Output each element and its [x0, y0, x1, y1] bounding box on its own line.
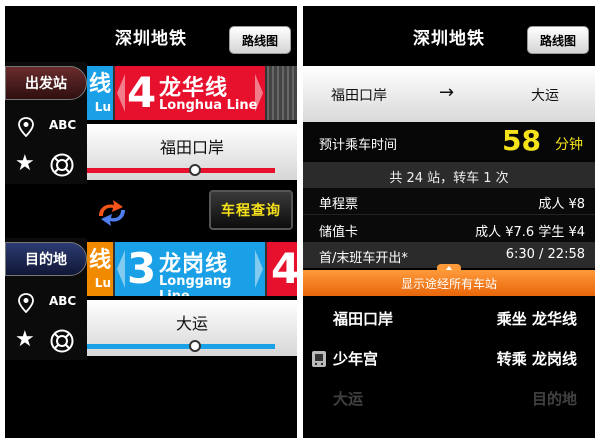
station-count-row: 共 24 站，转车 1 次 — [303, 162, 595, 188]
line-arrow-right — [255, 74, 263, 112]
stop-action: 转乘 龙岗线 — [496, 350, 577, 368]
next-line-peek[interactable] — [267, 66, 297, 120]
stored-card-row: 储值卡 成人 ¥7.6 学生 ¥4 — [303, 214, 595, 242]
lifebuoy-icon[interactable] — [49, 328, 75, 354]
single-ticket-value: 成人 ¥8 — [538, 197, 585, 212]
show-all-stations-button[interactable]: 显示途经所有车站 — [303, 270, 595, 296]
route-map-button[interactable]: 路线图 — [527, 26, 589, 54]
travel-time-unit: 分钟 — [555, 137, 583, 153]
next-line-number: 4 — [271, 244, 297, 293]
destination-side: 目的地 ABC ★ — [5, 238, 87, 360]
stop-name: 大运 — [333, 390, 364, 408]
stop-action: 目的地 — [531, 390, 577, 408]
destination-line-card[interactable]: 3 龙岗线 Longgang Line — [115, 242, 265, 296]
origin-search-row: ABC — [5, 110, 87, 144]
prev-line-peek-num: 线 — [88, 248, 111, 273]
first-last-train-value: 6:30 / 22:58 — [505, 247, 585, 262]
stop-name: 少年宫 — [333, 350, 379, 368]
left-screen: 深圳地铁 路线图 出发站 ABC ★ 线 Lu 4 龙华线 Longhua Li… — [5, 6, 297, 438]
line-arrow-right — [255, 250, 263, 288]
route-arrow-icon: → — [439, 82, 455, 103]
origin-station-dot — [189, 164, 201, 176]
travel-time-label: 预计乘车时间 — [319, 138, 398, 153]
abc-search-button[interactable]: ABC — [49, 294, 76, 308]
line-arrow-left — [117, 74, 125, 112]
travel-time-row: 预计乘车时间 58 分钟 — [303, 122, 595, 162]
destination-line-name-en: Longgang Line — [159, 274, 232, 296]
origin-line-number: 4 — [127, 68, 157, 117]
prev-line-peek[interactable]: 线 Lu — [87, 242, 113, 296]
next-line-peek[interactable]: 4 — [267, 242, 297, 296]
route-from: 福田口岸 — [331, 88, 387, 104]
stored-card-value: 成人 ¥7.6 学生 ¥4 — [475, 225, 585, 240]
stored-card-label: 储值卡 — [319, 225, 359, 240]
prev-line-peek-num: 线 — [88, 72, 111, 97]
destination-panel: 目的地 ABC ★ 线 Lu 3 龙岗线 Longgang 4 大运 — [5, 238, 297, 360]
single-ticket-label: 单程票 — [319, 197, 359, 212]
single-ticket-row: 单程票 成人 ¥8 — [303, 188, 595, 214]
destination-line-selector[interactable]: 线 Lu 3 龙岗线 Longgang Line 4 — [87, 242, 297, 296]
header: 深圳地铁 路线图 — [5, 6, 297, 62]
destination-label[interactable]: 目的地 — [5, 242, 87, 276]
origin-line-selector[interactable]: 线 Lu 4 龙华线 Longhua Line — [87, 66, 297, 120]
first-last-train-label: 首/末班车开出* — [319, 251, 408, 266]
list-item[interactable]: 少年宫 转乘 龙岗线 — [303, 342, 595, 380]
prev-line-peek[interactable]: 线 Lu — [87, 66, 113, 120]
origin-label[interactable]: 出发站 — [5, 66, 87, 100]
station-count-text: 共 24 站，转车 1 次 — [389, 171, 509, 186]
origin-station-name: 福田口岸 — [159, 138, 224, 157]
origin-track — [87, 168, 275, 173]
destination-station-box[interactable]: 大运 — [87, 300, 297, 356]
destination-station-name: 大运 — [175, 314, 208, 333]
list-item[interactable]: 福田口岸 乘坐 龙华线 — [303, 302, 595, 340]
star-icon[interactable]: ★ — [15, 326, 35, 354]
destination-track — [87, 344, 275, 349]
destination-fav-row: ★ — [5, 324, 87, 358]
destination-line-number: 3 — [127, 244, 157, 293]
route-map-button[interactable]: 路线图 — [229, 26, 291, 54]
pin-icon[interactable] — [15, 116, 37, 138]
header: 深圳地铁 路线图 — [303, 6, 595, 62]
right-screen: 深圳地铁 路线图 福田口岸 → 大运 预计乘车时间 58 分钟 共 24 站，转… — [303, 6, 595, 438]
prev-line-peek-sub: Lu — [94, 276, 111, 290]
line-arrow-left — [117, 250, 125, 288]
origin-line-name-en: Longhua Line — [159, 98, 258, 113]
prev-line-peek-sub: Lu — [94, 100, 111, 114]
stop-action: 乘坐 龙华线 — [496, 310, 577, 328]
pin-icon[interactable] — [15, 292, 37, 314]
origin-side: 出发站 ABC ★ — [5, 62, 87, 184]
metro-icon — [312, 351, 326, 367]
route-summary-bar: 福田口岸 → 大运 — [303, 66, 595, 122]
list-item[interactable]: 大运 目的地 — [303, 382, 595, 420]
abc-search-button[interactable]: ABC — [49, 118, 76, 132]
destination-search-row: ABC — [5, 286, 87, 320]
star-icon[interactable]: ★ — [15, 150, 35, 178]
destination-station-dot — [189, 340, 201, 352]
stop-name: 福田口岸 — [333, 310, 394, 328]
origin-fav-row: ★ — [5, 148, 87, 182]
route-query-button[interactable]: 车程查询 — [209, 190, 293, 230]
origin-line-card[interactable]: 4 龙华线 Longhua Line — [115, 66, 265, 120]
route-to: 大运 — [531, 88, 559, 104]
origin-panel: 出发站 ABC ★ 线 Lu 4 龙华线 Longhua Line 福田口岸 — [5, 62, 297, 184]
origin-station-box[interactable]: 福田口岸 — [87, 124, 297, 180]
lifebuoy-icon[interactable] — [49, 152, 75, 178]
swap-icon[interactable] — [95, 198, 129, 228]
travel-time-value: 58 — [502, 124, 541, 157]
